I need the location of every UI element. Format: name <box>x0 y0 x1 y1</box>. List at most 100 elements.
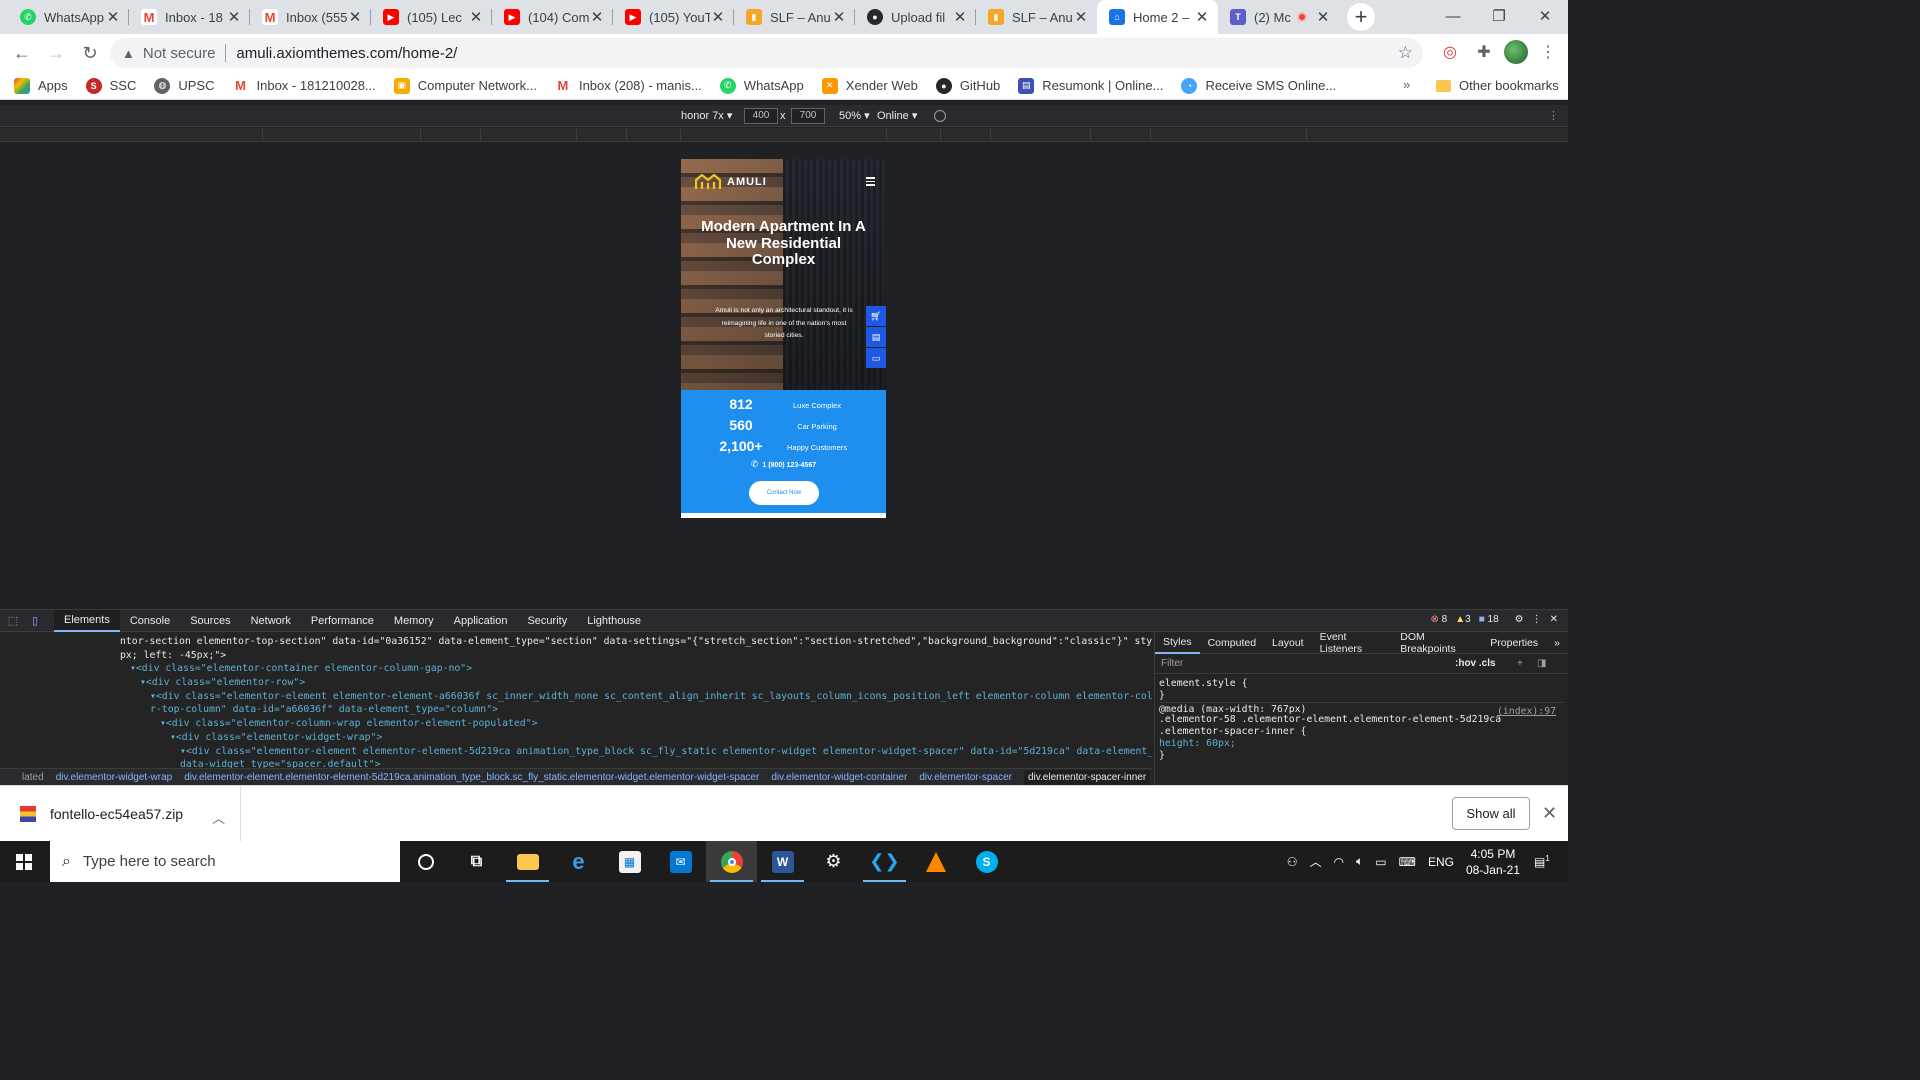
bookmarks-overflow-button[interactable]: » <box>1403 77 1410 92</box>
battery-icon[interactable]: ▭ <box>1375 855 1386 869</box>
task-view-icon[interactable]: ⧉ <box>451 841 502 882</box>
breadcrumb-item[interactable]: lated <box>22 772 44 783</box>
add-rule-icon[interactable]: + <box>1517 658 1523 669</box>
new-tab-button[interactable]: + <box>1347 3 1375 31</box>
tab-teams[interactable]: T (2) Mc ✕ <box>1218 0 1339 34</box>
address-bar[interactable]: ▲ Not secure amuli.axiomthemes.com/home-… <box>110 38 1423 68</box>
close-icon[interactable]: ✕ <box>710 8 726 26</box>
tab-styles[interactable]: Styles <box>1155 632 1200 654</box>
more-tabs-icon[interactable]: » <box>1546 637 1568 649</box>
dom-line[interactable]: ▾<div class="elementor-widget-wrap"> <box>0 731 1152 745</box>
settings-gear-icon[interactable]: ⚙ <box>1515 614 1524 625</box>
tab-home-2[interactable]: ⌂ Home 2 – ✕ <box>1097 0 1218 34</box>
file-explorer-icon[interactable] <box>502 841 553 882</box>
profile-avatar[interactable] <box>1504 40 1528 64</box>
tab-youtube-3[interactable]: ▶ (105) YouT ✕ <box>613 0 734 34</box>
tab-slf-1[interactable]: ▮ SLF – Anu ✕ <box>734 0 855 34</box>
download-item[interactable]: fontello-ec54ea57.zip <box>20 806 183 822</box>
breadcrumb-current[interactable]: div.elementor-spacer-inner <box>1023 770 1151 785</box>
close-icon[interactable]: ✕ <box>1073 8 1089 26</box>
tab-gmail-2[interactable]: M Inbox (555 ✕ <box>250 0 371 34</box>
breadcrumb-item[interactable]: div.elementor-element.elementor-element-… <box>184 772 759 783</box>
tab-console[interactable]: Console <box>120 610 180 632</box>
wifi-icon[interactable]: ◠ <box>1334 855 1344 869</box>
forward-button[interactable]: → <box>39 36 73 70</box>
tab-youtube-2[interactable]: ▶ (104) Com ✕ <box>492 0 613 34</box>
edge-icon[interactable]: e <box>553 841 604 882</box>
close-download-bar-icon[interactable]: ✕ <box>1542 803 1557 824</box>
dom-line[interactable]: r-top-column" data-id="a66036f" data-ele… <box>0 703 1152 717</box>
inspect-element-icon[interactable]: ⬚ <box>2 614 24 627</box>
close-icon[interactable]: ✕ <box>589 8 605 26</box>
tab-slf-2[interactable]: ▮ SLF – Anu ✕ <box>976 0 1097 34</box>
width-input[interactable]: 400 <box>744 107 778 124</box>
chrome-icon[interactable] <box>706 841 757 882</box>
reload-button[interactable]: ↻ <box>73 36 107 70</box>
dom-line[interactable]: data-widget_type="spacer.default"> <box>0 758 1152 768</box>
skype-icon[interactable]: S <box>961 841 1012 882</box>
tab-security[interactable]: Security <box>517 610 577 632</box>
chevron-up-icon[interactable]: ︿ <box>212 808 225 827</box>
bookmark-xender[interactable]: ✕ Xender Web <box>821 77 918 94</box>
info-count[interactable]: ■ 18 <box>1479 614 1499 625</box>
dom-line[interactable]: ntor-section elementor-top-section" data… <box>0 635 1152 649</box>
chevron-up-icon[interactable]: ︿ <box>1310 853 1322 870</box>
dom-line[interactable]: ▾<div class="elementor-column-wrap eleme… <box>0 717 1152 731</box>
dom-line[interactable]: ▾<div class="elementor-container element… <box>0 662 1152 676</box>
styles-filter[interactable]: Filter :hov .cls + ◨ <box>1155 654 1568 674</box>
volume-icon[interactable]: 🔈︎ <box>1356 854 1363 869</box>
minimize-button[interactable]: — <box>1430 0 1476 32</box>
keyboard-icon[interactable]: ⌨ <box>1399 855 1416 869</box>
tab-gmail-1[interactable]: M Inbox - 18 ✕ <box>129 0 250 34</box>
bookmark-resumonk[interactable]: ▤ Resumonk | Online... <box>1018 77 1163 94</box>
dom-line[interactable]: ▾<div class="elementor-element elementor… <box>0 745 1152 759</box>
error-count[interactable]: ⊗ 8 <box>1430 614 1447 625</box>
device-toggle-icon[interactable]: ▯ <box>24 614 46 627</box>
dom-line[interactable]: px; left: -45px;"> <box>0 649 1152 663</box>
tab-github[interactable]: ● Upload fil ✕ <box>855 0 976 34</box>
bookmark-star-icon[interactable]: ☆ <box>1398 43 1413 63</box>
security-label[interactable]: Not secure <box>143 45 216 62</box>
close-icon[interactable]: ✕ <box>1194 8 1210 26</box>
network-throttle-select[interactable]: Online ▾ <box>877 109 917 122</box>
taskbar-search[interactable]: ⌕ Type here to search <box>50 841 400 882</box>
vscode-icon[interactable]: ❮❯ <box>859 841 910 882</box>
tab-performance[interactable]: Performance <box>301 610 384 632</box>
device-select[interactable]: honor 7x ▾ <box>681 109 732 122</box>
language-indicator[interactable]: ENG <box>1428 855 1454 869</box>
show-all-button[interactable]: Show all <box>1452 797 1530 830</box>
tab-dom-breakpoints[interactable]: DOM Breakpoints <box>1392 631 1482 655</box>
tab-elements[interactable]: Elements <box>54 609 120 632</box>
hamburger-menu-icon[interactable] <box>866 177 875 188</box>
notification-center-icon[interactable]: ▤1 <box>1534 854 1558 869</box>
filter-input[interactable]: Filter <box>1161 658 1183 669</box>
browser-window-icon[interactable]: ▭ <box>866 348 886 368</box>
style-rules[interactable]: element.style { } @media (max-width: 767… <box>1155 674 1568 766</box>
devtools-menu-icon[interactable]: ⋮ <box>1532 614 1542 625</box>
close-icon[interactable]: ✕ <box>105 8 121 26</box>
bookmark-upsc[interactable]: ◍ UPSC <box>154 77 215 94</box>
bookmark-computer-network[interactable]: ▣ Computer Network... <box>393 77 537 94</box>
tab-computed[interactable]: Computed <box>1200 637 1264 649</box>
settings-icon[interactable]: ⚙ <box>808 841 859 882</box>
dom-tree[interactable]: ntor-section elementor-top-section" data… <box>0 632 1152 768</box>
tab-layout[interactable]: Layout <box>1264 637 1312 649</box>
breadcrumb-item[interactable]: div.elementor-spacer <box>919 772 1012 783</box>
clock[interactable]: 4:05 PM 08-Jan-21 <box>1466 846 1520 878</box>
breadcrumb-item[interactable]: div.elementor-widget-container <box>771 772 907 783</box>
bookmark-github[interactable]: ● GitHub <box>935 77 1000 94</box>
close-window-button[interactable]: ✕ <box>1522 0 1568 32</box>
screenshot-extension-icon[interactable]: ◎ <box>1436 38 1464 66</box>
device-menu-icon[interactable]: ⋮ <box>1548 109 1559 122</box>
menu-kebab-icon[interactable]: ⋮ <box>1534 38 1562 66</box>
tab-network[interactable]: Network <box>241 610 301 632</box>
source-link[interactable]: (index):97 <box>1497 706 1556 717</box>
back-button[interactable]: ← <box>5 36 39 70</box>
people-icon[interactable]: ⚇ <box>1287 855 1298 869</box>
puzzle-icon[interactable]: ✚ <box>1470 38 1498 66</box>
other-bookmarks[interactable]: Other bookmarks <box>1436 78 1559 93</box>
tab-sources[interactable]: Sources <box>180 610 240 632</box>
zoom-select[interactable]: 50% ▾ <box>839 109 870 122</box>
bookmark-ssc[interactable]: S SSC <box>85 77 136 94</box>
close-icon[interactable]: ✕ <box>831 8 847 26</box>
